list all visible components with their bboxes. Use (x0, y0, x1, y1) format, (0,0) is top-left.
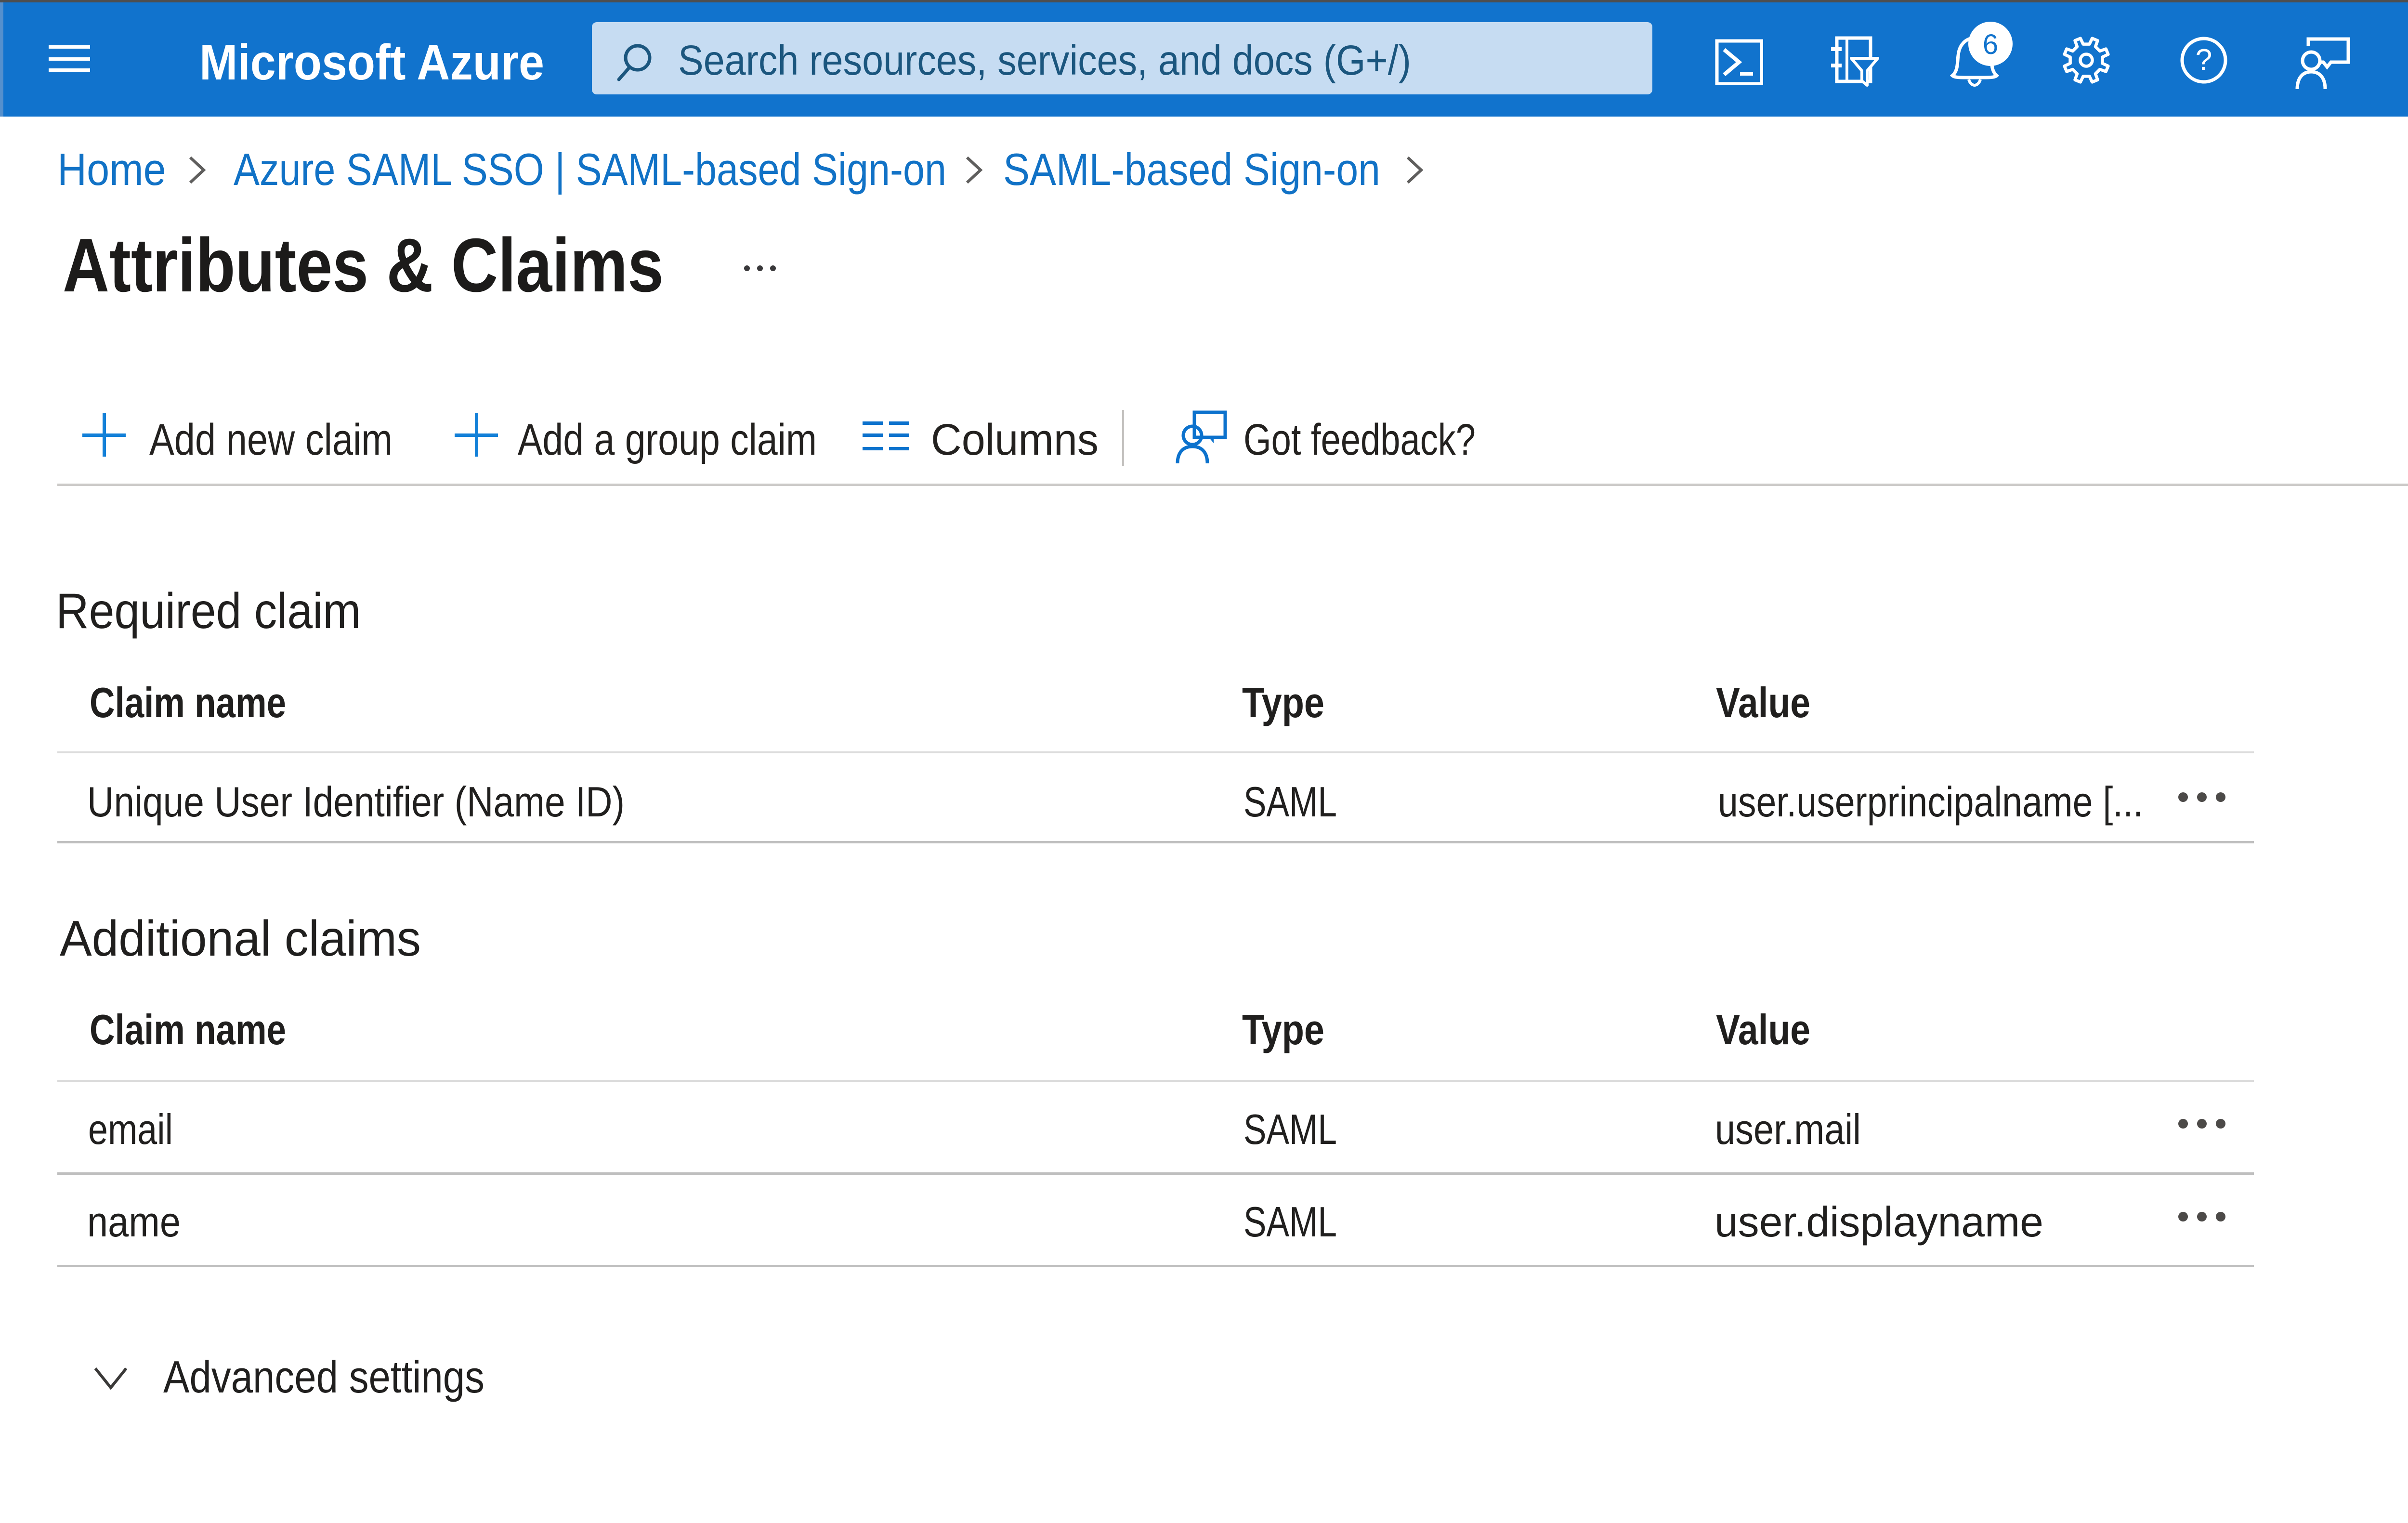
svg-text:?: ? (2196, 43, 2212, 77)
svg-text:6: 6 (1983, 29, 1998, 60)
